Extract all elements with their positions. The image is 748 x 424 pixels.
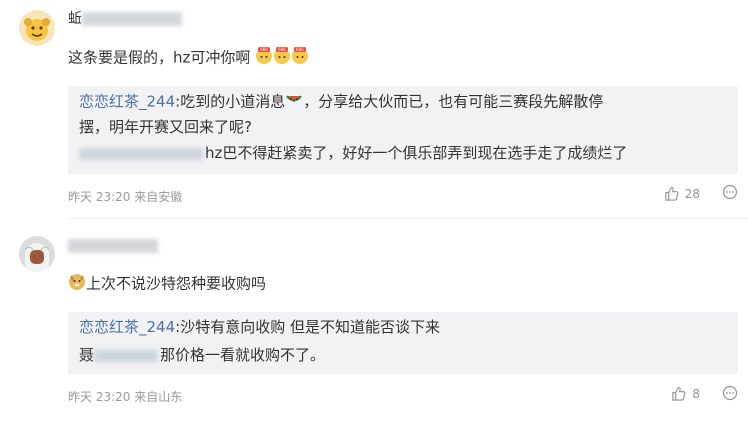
reply-box[interactable]: 恋恋红茶_244:沙特有意向收购 但是不知道能否谈下来 聂 那价格一看就收购不了。: [68, 312, 738, 374]
more-dots-icon: [722, 385, 738, 401]
reply-text-2: 摆，明年开赛又回来了呢?: [79, 118, 252, 136]
reply-text: :沙特有意向收购 但是不知道能否谈下来: [175, 318, 440, 336]
reply-line-2: 摆，明年开赛又回来了呢?: [79, 116, 252, 138]
reply-text-rest: ，分享给大伙而已，也有可能三赛段先解散停: [303, 92, 604, 111]
thumbs-up-icon: [672, 386, 686, 401]
reply-line-1: 恋恋红茶_244:沙特有意向收购 但是不知道能否谈下来: [79, 316, 440, 338]
reply-text: :吃到的小道消息: [175, 92, 286, 111]
comment-text: 这条要是假的，hz可冲你啊 666 666 666: [68, 46, 309, 70]
like-count: 8: [692, 386, 700, 401]
emoji-666-icon: 666: [273, 46, 291, 70]
doge-icon: [68, 272, 86, 296]
svg-text:666: 666: [278, 47, 286, 52]
avatar[interactable]: [19, 10, 55, 46]
avatar[interactable]: [19, 236, 55, 272]
avatar-cartoon-icon: [19, 10, 55, 46]
username[interactable]: [68, 237, 158, 255]
more-button[interactable]: [722, 184, 738, 203]
avatar-character-icon: [19, 236, 55, 272]
svg-text:666: 666: [260, 47, 268, 52]
emoji-666-icon: 666: [291, 46, 309, 70]
more-button[interactable]: [722, 385, 738, 404]
comment-meta: 昨天 23:20 来自山东: [68, 390, 183, 404]
watermelon-icon: [285, 90, 303, 114]
more-dots-icon: [722, 184, 738, 200]
svg-text:666: 666: [296, 47, 304, 52]
comment-divider: [68, 218, 748, 219]
like-button[interactable]: 28: [664, 186, 700, 201]
reply-username[interactable]: 恋恋红茶_244: [79, 318, 175, 336]
username-redaction: [94, 349, 159, 362]
username-redaction: [82, 12, 182, 26]
username-redaction: [68, 239, 158, 253]
emoji-666-icon: 666: [255, 46, 273, 70]
like-button[interactable]: 8: [671, 386, 700, 401]
like-count: 28: [684, 186, 700, 201]
comment-body: 上次不说沙特怨种要收购吗: [86, 274, 267, 293]
username[interactable]: 蚯: [68, 10, 183, 28]
reply-line-2: 聂 那价格一看就收购不了。: [79, 344, 325, 366]
comment-text: 上次不说沙特怨种要收购吗: [68, 272, 266, 296]
thumbs-up-icon: [665, 186, 679, 201]
reply-text-3: hz巴不得赶紧卖了，好好一个俱乐部弄到现在选手走了成绩烂了: [205, 144, 628, 162]
reply-text-2: 那价格一看就收购不了。: [160, 346, 326, 364]
comment-meta: 昨天 23:20 来自安徽: [68, 190, 183, 204]
reply-box[interactable]: 恋恋红茶_244:吃到的小道消息 ，分享给大伙而已，也有可能三赛段先解散停 摆，明…: [68, 86, 738, 174]
reply-text-prefix: 聂: [79, 346, 95, 364]
username-redaction: [79, 147, 203, 160]
reply-line-1: 恋恋红茶_244:吃到的小道消息 ，分享给大伙而已，也有可能三赛段先解散停: [79, 90, 603, 114]
reply-username[interactable]: 恋恋红茶_244: [79, 93, 175, 111]
username-first-char: 蚯: [68, 11, 82, 27]
reply-line-3: hz巴不得赶紧卖了，好好一个俱乐部弄到现在选手走了成绩烂了: [79, 142, 627, 164]
comment-body: 这条要是假的，hz可冲你啊: [68, 48, 251, 67]
